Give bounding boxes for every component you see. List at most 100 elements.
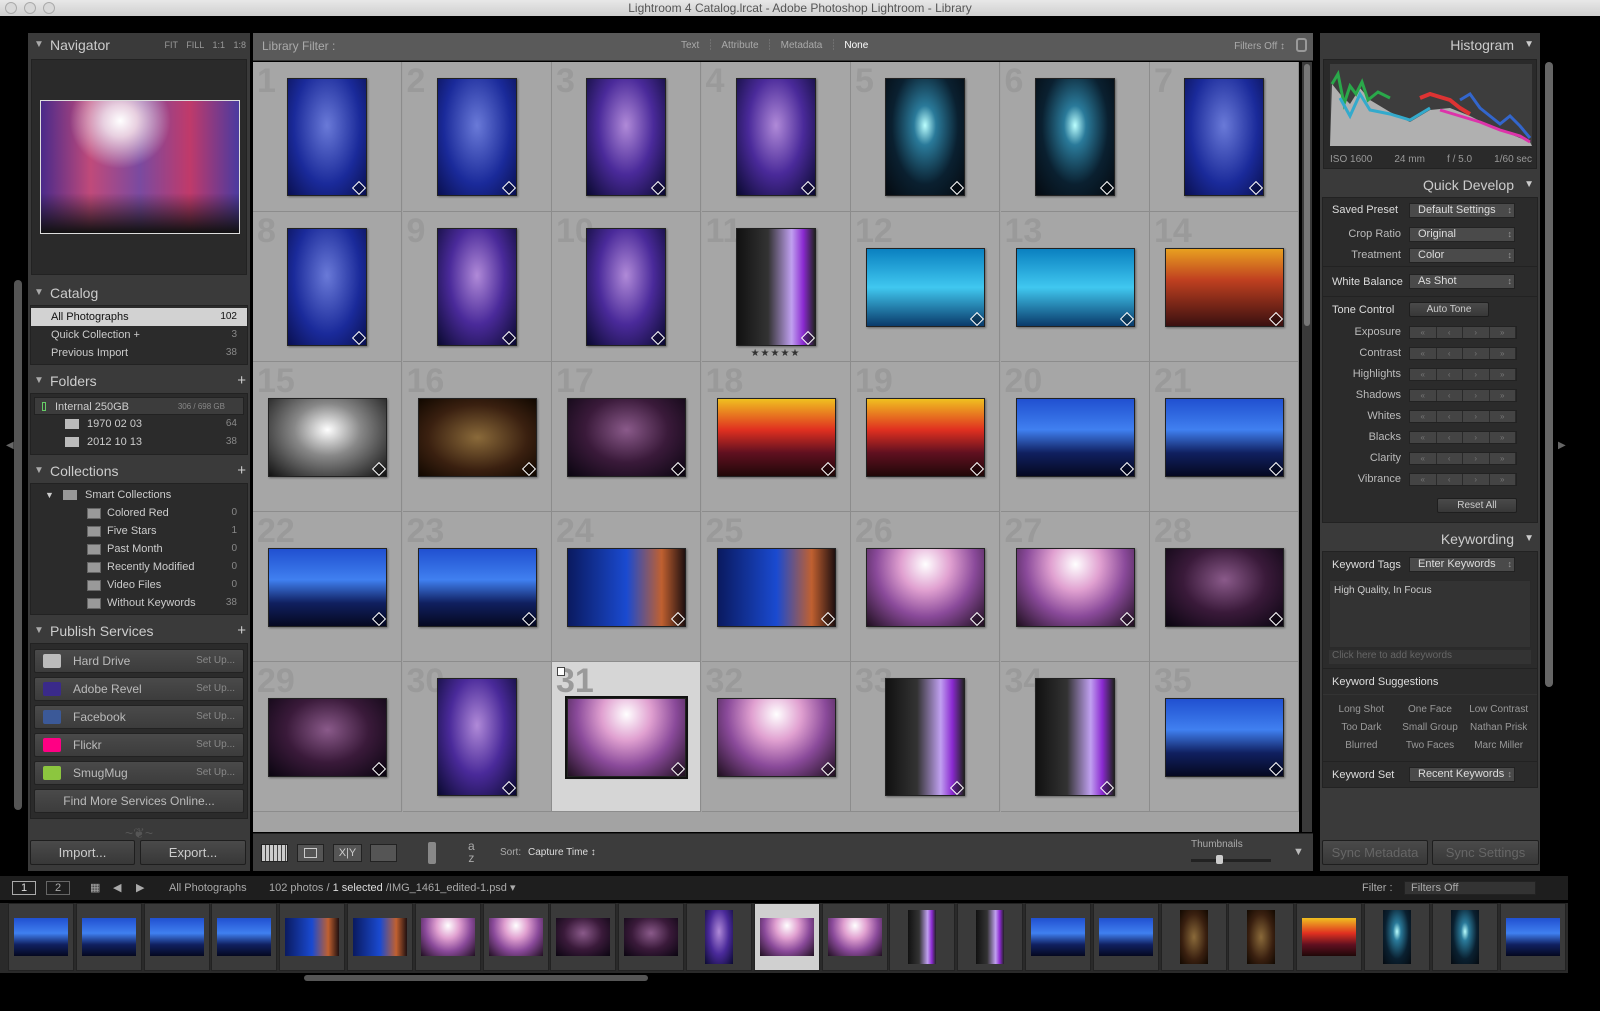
set-up-link[interactable]: Set Up...: [196, 762, 235, 784]
filmstrip-thumbnail[interactable]: [1025, 903, 1091, 971]
keyword-suggestion[interactable]: Low Contrast: [1464, 701, 1533, 719]
grid-cell[interactable]: 27: [1000, 512, 1150, 662]
large-increase-button[interactable]: »: [1489, 411, 1516, 422]
add-folder-icon[interactable]: +: [237, 369, 246, 393]
metadata-badge-icon[interactable]: [969, 311, 985, 327]
filmstrip-thumbnail[interactable]: [550, 903, 617, 971]
metadata-badge-icon[interactable]: [351, 180, 367, 196]
metadata-badge-icon[interactable]: [1268, 611, 1284, 627]
clarity-stepper[interactable]: «‹ ›»: [1409, 452, 1517, 465]
catalog-item[interactable]: Previous Import 38: [31, 344, 247, 362]
photo-thumbnail[interactable]: [287, 228, 367, 346]
grid-cell[interactable]: 11 ★★★★★: [701, 212, 851, 362]
back-arrow-icon[interactable]: ◀: [113, 876, 121, 900]
filmstrip-status[interactable]: 102 photos / 1 selected /IMG_1461_edited…: [269, 876, 516, 900]
filmstrip-thumbnail[interactable]: [8, 903, 74, 971]
photo-thumbnail[interactable]: [567, 398, 686, 477]
loupe-view-button[interactable]: [297, 844, 324, 862]
photo-thumbnail[interactable]: [716, 548, 836, 627]
filmstrip-thumbnail[interactable]: [1092, 903, 1159, 971]
metadata-badge-icon[interactable]: [1119, 461, 1134, 477]
photo-thumbnail[interactable]: [866, 248, 985, 327]
filmstrip-source[interactable]: All Photographs: [169, 876, 247, 900]
zoom-window-button[interactable]: [43, 2, 55, 14]
large-increase-button[interactable]: »: [1489, 453, 1516, 464]
survey-view-button[interactable]: [370, 844, 397, 862]
collections-header[interactable]: ▼ Collections +: [28, 459, 250, 483]
grid-cell[interactable]: 1: [253, 62, 402, 212]
increase-button[interactable]: ›: [1463, 474, 1490, 485]
grid-cell[interactable]: 14: [1150, 212, 1299, 362]
smart-collection-item[interactable]: Five Stars 1: [31, 522, 247, 540]
thumbnail-size-slider[interactable]: [1191, 855, 1271, 864]
keyword-set-select[interactable]: Recent Keywords: [1409, 767, 1515, 782]
keyword-suggestion[interactable]: Long Shot: [1327, 701, 1396, 719]
navigator-preview[interactable]: [31, 59, 247, 275]
decrease-button[interactable]: ‹: [1436, 327, 1463, 338]
photo-thumbnail[interactable]: [586, 78, 666, 196]
grid-cell[interactable]: 5: [851, 62, 1000, 212]
metadata-badge-icon[interactable]: [521, 611, 536, 627]
photo-thumbnail[interactable]: [1165, 548, 1284, 627]
large-decrease-button[interactable]: «: [1410, 390, 1437, 401]
smart-collection-item[interactable]: Without Keywords 38: [31, 594, 247, 612]
grid-cell[interactable]: 32: [701, 662, 851, 812]
photo-thumbnail[interactable]: [735, 228, 816, 346]
increase-button[interactable]: ›: [1463, 390, 1490, 401]
photo-thumbnail[interactable]: [287, 78, 367, 196]
folder-item[interactable]: 1970 02 03 64: [31, 415, 247, 433]
grid-scrollbar[interactable]: [1302, 62, 1312, 832]
navigator-zoom-options[interactable]: FIT FILL 1:1 1:8: [164, 33, 246, 57]
photo-thumbnail[interactable]: [1034, 78, 1115, 196]
saved-preset-select[interactable]: Default Settings: [1409, 203, 1515, 218]
decrease-button[interactable]: ‹: [1436, 411, 1463, 422]
grid-view-button[interactable]: [261, 844, 288, 862]
metadata-badge-icon[interactable]: [949, 780, 965, 796]
grid-cell[interactable]: 35: [1150, 662, 1299, 812]
grid-cell[interactable]: 12: [851, 212, 1000, 362]
photo-thumbnail[interactable]: [1015, 548, 1135, 627]
filmstrip-thumbnail[interactable]: [1431, 903, 1498, 971]
set-up-link[interactable]: Set Up...: [196, 706, 235, 728]
add-publish-service-icon[interactable]: +: [237, 619, 246, 643]
grid-cell[interactable]: 16: [402, 362, 552, 512]
filmstrip-thumbnail[interactable]: [753, 903, 820, 971]
forward-arrow-icon[interactable]: ▶: [136, 876, 144, 900]
sort-direction-icon[interactable]: az: [468, 840, 475, 864]
folders-header[interactable]: ▼ Folders +: [28, 369, 250, 393]
grid-cell[interactable]: 34: [1000, 662, 1150, 812]
grid-mode-icon[interactable]: ▦: [90, 876, 100, 900]
decrease-button[interactable]: ‹: [1436, 348, 1463, 359]
grid-cell[interactable]: 33: [851, 662, 1000, 812]
metadata-badge-icon[interactable]: [820, 761, 835, 777]
photo-thumbnail[interactable]: [436, 228, 517, 346]
grid-cell[interactable]: 3: [552, 62, 701, 212]
photo-thumbnail[interactable]: [1015, 248, 1135, 327]
photo-thumbnail[interactable]: [1034, 678, 1115, 796]
metadata-badge-icon[interactable]: [1119, 311, 1134, 327]
large-decrease-button[interactable]: «: [1410, 474, 1437, 485]
photo-thumbnail[interactable]: [1015, 398, 1135, 477]
keyword-suggestion[interactable]: Marc Miller: [1464, 737, 1533, 755]
metadata-badge-icon[interactable]: [371, 461, 387, 477]
decrease-button[interactable]: ‹: [1436, 453, 1463, 464]
large-decrease-button[interactable]: «: [1410, 411, 1437, 422]
grid-cell[interactable]: 17: [552, 362, 701, 512]
keyword-suggestion[interactable]: Too Dark: [1327, 719, 1396, 737]
grid-cell[interactable]: 20: [1000, 362, 1150, 512]
metadata-badge-icon[interactable]: [1248, 180, 1264, 196]
filmstrip-scrollbar[interactable]: [304, 975, 648, 981]
filter-lock-icon[interactable]: [1296, 38, 1307, 52]
grid-cell[interactable]: 22: [253, 512, 402, 662]
filmstrip-thumbnail[interactable]: [1296, 903, 1363, 971]
blacks-stepper[interactable]: «‹ ›»: [1409, 431, 1517, 444]
metadata-badge-icon[interactable]: [949, 180, 965, 196]
increase-button[interactable]: ›: [1463, 432, 1490, 443]
flag-icon[interactable]: [557, 667, 565, 676]
photo-thumbnail[interactable]: [417, 548, 537, 627]
painter-icon[interactable]: [428, 842, 436, 864]
highlights-stepper[interactable]: «‹ ›»: [1409, 368, 1517, 381]
reset-all-button[interactable]: Reset All: [1437, 498, 1517, 513]
grid-cell[interactable]: 28: [1150, 512, 1299, 662]
photo-thumbnail[interactable]: [565, 696, 688, 779]
